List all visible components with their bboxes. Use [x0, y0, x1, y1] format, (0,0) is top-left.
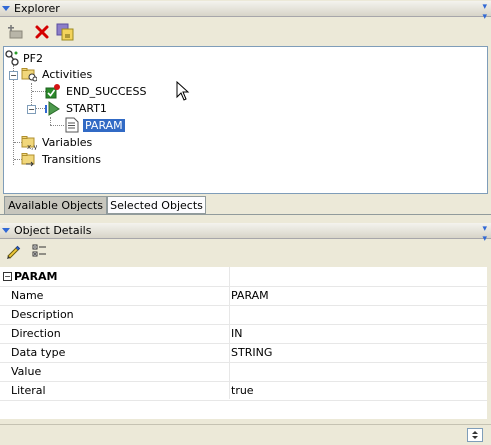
tree-label: Activities: [42, 67, 93, 81]
tree-line: [13, 65, 14, 165]
list-view-icon: [32, 244, 46, 257]
section-title: PARAM: [14, 270, 58, 283]
tab-label: Available Objects: [8, 199, 103, 212]
property-key: Value: [11, 365, 42, 378]
section-collapse-icon[interactable]: −: [3, 272, 12, 281]
explorer-tree[interactable]: PF2 − Activities END_SUCCESS − START1 PA…: [3, 46, 488, 194]
collapse-triangle-icon[interactable]: [2, 6, 10, 11]
property-row[interactable]: Value: [0, 362, 487, 382]
tree-node-variables[interactable]: x,y Variables: [21, 134, 94, 150]
svg-text:x,y: x,y: [27, 143, 37, 150]
end-success-icon: [45, 84, 60, 99]
tree-label: Transitions: [42, 152, 101, 166]
tree-node-transitions[interactable]: Transitions: [21, 151, 103, 167]
object-details-title: Object Details: [14, 224, 92, 237]
document-icon: [65, 117, 79, 133]
start-icon: [45, 101, 60, 116]
tree-line: [50, 125, 64, 126]
tab-baseline: [0, 214, 491, 215]
explorer-title: Explorer: [14, 2, 60, 15]
folder-activities-icon: [21, 68, 37, 82]
expander-start1[interactable]: −: [27, 105, 36, 114]
tree-label: START1: [66, 101, 107, 115]
tree-line: [32, 91, 46, 92]
property-key: Description: [11, 308, 74, 321]
property-key: Name: [11, 289, 44, 302]
sort-button[interactable]: [30, 242, 48, 260]
property-value[interactable]: true: [231, 384, 254, 397]
property-key: Direction: [11, 327, 61, 340]
tree-line: [50, 117, 51, 125]
tab-selected-objects[interactable]: Selected Objects: [107, 196, 206, 214]
add-icon: [8, 25, 23, 39]
object-details-header: Object Details ▾ ▾: [0, 223, 491, 244]
spinner-arrows-icon: [472, 431, 478, 439]
tree-node-activities[interactable]: Activities: [21, 66, 94, 82]
panel-menu-icon[interactable]: ▾ ▾: [482, 2, 487, 22]
spinner-button[interactable]: [467, 428, 483, 442]
edit-button[interactable]: [4, 242, 22, 260]
process-flow-icon: [5, 50, 19, 66]
property-row[interactable]: Data type STRING: [0, 343, 487, 363]
delete-button[interactable]: [33, 23, 51, 41]
property-value[interactable]: IN: [231, 327, 242, 340]
property-key: Data type: [11, 346, 66, 359]
property-grid[interactable]: − PARAM Name PARAM Description Direction…: [0, 267, 487, 419]
property-row[interactable]: Literal true: [0, 381, 487, 401]
tree-node-root[interactable]: PF2: [4, 50, 45, 66]
property-value[interactable]: PARAM: [231, 289, 269, 302]
expander-activities[interactable]: −: [9, 71, 18, 80]
delete-icon: [35, 25, 49, 39]
tree-node-start1[interactable]: START1: [45, 100, 109, 116]
property-key: Literal: [11, 384, 46, 397]
property-row[interactable]: Name PARAM: [0, 286, 487, 306]
folder-transitions-icon: [21, 153, 35, 167]
property-section-header[interactable]: − PARAM: [0, 267, 487, 287]
column-separator: [229, 267, 230, 399]
property-value[interactable]: STRING: [231, 346, 272, 359]
tree-node-end-success[interactable]: END_SUCCESS: [45, 83, 148, 99]
mouse-cursor-icon: [176, 81, 190, 101]
property-row[interactable]: Direction IN: [0, 324, 487, 344]
tree-label-selected: PARAM: [82, 117, 126, 133]
tree-line: [35, 108, 45, 109]
explorer-header: Explorer ▾ ▾: [0, 1, 491, 22]
tree-node-param[interactable]: PARAM: [64, 117, 126, 133]
properties-button[interactable]: [56, 23, 74, 41]
tree-label: PF2: [23, 51, 43, 65]
add-button[interactable]: [6, 23, 24, 41]
properties-icon: [56, 23, 74, 41]
folder-variables-icon: x,y: [21, 136, 37, 150]
pencil-icon: [7, 245, 21, 259]
tree-label: Variables: [42, 135, 93, 149]
property-row[interactable]: Description: [0, 305, 487, 325]
panel-menu-icon[interactable]: ▾ ▾: [482, 224, 487, 244]
collapse-triangle-icon[interactable]: [2, 228, 10, 233]
tab-label: Selected Objects: [110, 198, 203, 212]
tab-available-objects[interactable]: Available Objects: [4, 196, 107, 214]
status-bar: [0, 424, 491, 445]
tree-label: END_SUCCESS: [66, 84, 147, 98]
